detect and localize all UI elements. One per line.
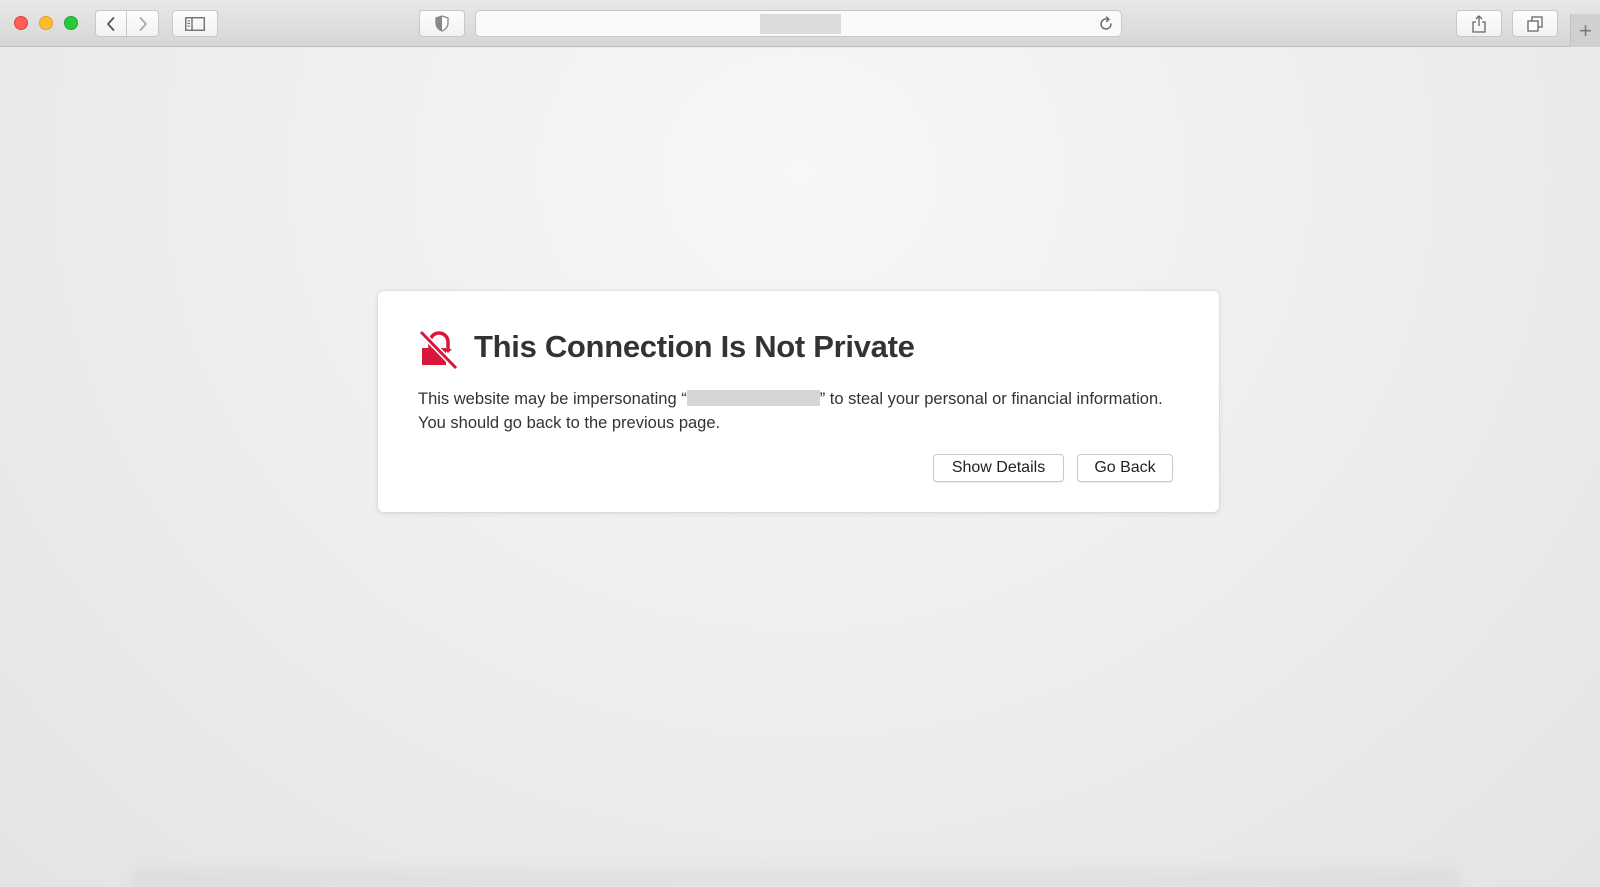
reload-icon[interactable]	[1097, 15, 1115, 33]
warning-actions: Show Details Go Back	[933, 454, 1173, 482]
share-icon	[1472, 14, 1486, 33]
address-bar[interactable]	[475, 10, 1122, 37]
show-details-button[interactable]: Show Details	[933, 454, 1064, 482]
warning-message: This website may be impersonating “” to …	[418, 387, 1178, 435]
warning-message-start: This website may be impersonating “	[418, 390, 687, 408]
page-content: This Connection Is Not Private This webs…	[0, 48, 1600, 887]
window-minimize-button[interactable]	[39, 16, 53, 30]
plus-icon: +	[1579, 17, 1592, 43]
browser-toolbar: +	[0, 0, 1600, 47]
tab-overview-button[interactable]	[1512, 10, 1558, 37]
security-warning-card: This Connection Is Not Private This webs…	[378, 291, 1219, 512]
redacted-hostname	[686, 390, 820, 406]
chevron-left-icon	[107, 16, 115, 31]
warning-title: This Connection Is Not Private	[474, 329, 915, 364]
shield-icon	[435, 15, 449, 32]
sidebar-toggle-button[interactable]	[172, 10, 218, 37]
broken-lock-icon	[418, 329, 458, 369]
share-button[interactable]	[1456, 10, 1502, 37]
bottom-shadow	[130, 859, 1460, 887]
tab-overview-icon	[1527, 15, 1543, 32]
new-tab-button[interactable]: +	[1570, 14, 1600, 47]
sidebar-icon	[185, 16, 205, 31]
chevron-right-icon	[139, 16, 147, 31]
url-redacted	[760, 14, 841, 34]
window-zoom-button[interactable]	[64, 16, 78, 30]
back-button[interactable]	[95, 10, 127, 37]
go-back-button[interactable]: Go Back	[1077, 454, 1173, 482]
privacy-report-button[interactable]	[419, 10, 465, 37]
forward-button[interactable]	[127, 10, 159, 37]
window-close-button[interactable]	[14, 16, 28, 30]
